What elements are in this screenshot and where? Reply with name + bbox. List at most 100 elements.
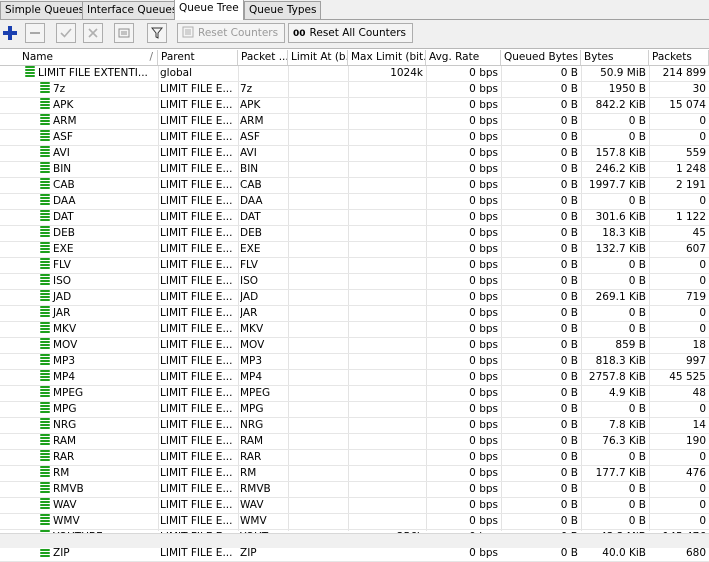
table-row[interactable]: DAA LIMIT FILE E... DAA 0 bps 0 B 0 B 0 (0, 194, 709, 210)
name-cell: CAB (40, 178, 158, 193)
packet-marks-cell: MPG (240, 403, 264, 415)
table-row[interactable]: MP4 LIMIT FILE E... MP4 0 bps 0 B 2757.8 KiB 4… (0, 370, 709, 386)
column-header-parent[interactable]: Parent (158, 50, 238, 65)
table-row[interactable]: LIMIT FILE EXTENTI... global 1024k 0 bps 0 B… (0, 66, 709, 82)
table-row[interactable]: MKV LIMIT FILE E... MKV 0 bps 0 B 0 B 0 (0, 322, 709, 338)
table-row[interactable]: JAD LIMIT FILE E... JAD 0 bps 0 B 269.1 KiB 71… (0, 290, 709, 306)
max-limit-cell (348, 482, 426, 497)
table-row[interactable]: WMV LIMIT FILE E... WMV 0 bps 0 B 0 B 0 (0, 514, 709, 530)
queued-bytes-cell: 0 B (560, 387, 578, 399)
avg-rate-cell: 0 bps (469, 403, 498, 415)
column-header-limit-at[interactable]: Limit At (b... (288, 50, 348, 65)
queued-bytes-cell: 0 B (560, 195, 578, 207)
table-row[interactable]: EXE LIMIT FILE E... EXE 0 bps 0 B 132.7 KiB 60… (0, 242, 709, 258)
add-button[interactable] (0, 23, 20, 43)
parent-cell: LIMIT FILE E... (160, 499, 233, 511)
limit-at-cell (288, 98, 348, 113)
packet-marks-cell: ZIP (240, 547, 257, 559)
column-header-queued-bytes[interactable]: Queued Bytes (501, 50, 581, 65)
parent-cell: LIMIT FILE E... (160, 515, 233, 527)
table-row[interactable]: AVI LIMIT FILE E... AVI 0 bps 0 B 157.8 KiB 55… (0, 146, 709, 162)
limit-at-cell (288, 258, 348, 273)
queued-bytes-cell: 0 B (560, 275, 578, 287)
packet-marks-cell: ISO (240, 275, 259, 287)
name-cell: WAV (40, 498, 158, 513)
column-header-max-limit[interactable]: Max Limit (bit... (348, 50, 426, 65)
column-header-name[interactable]: Name / (0, 50, 158, 65)
table-row[interactable]: 7z LIMIT FILE E... 7z 0 bps 0 B 1950 B 30 (0, 82, 709, 98)
max-limit-cell (348, 146, 426, 161)
tab-interface-queues[interactable]: Interface Queues (82, 1, 183, 19)
packet-marks-cell: RMVB (240, 483, 271, 495)
max-limit-cell (348, 546, 426, 561)
queue-icon (40, 130, 50, 141)
tab-simple-queues[interactable]: Simple Queues (0, 1, 90, 19)
limit-at-cell (288, 402, 348, 417)
packet-marks-cell: MP3 (240, 355, 263, 367)
queue-name: EXE (53, 243, 74, 255)
tab-bar: Simple Queues Interface Queues Queue Tre… (0, 0, 709, 20)
column-header-packet-marks[interactable]: Packet ... (238, 50, 288, 65)
name-cell: WMV (40, 514, 158, 529)
table-row[interactable]: ASF LIMIT FILE E... ASF 0 bps 0 B 0 B 0 (0, 130, 709, 146)
parent-cell: LIMIT FILE E... (160, 291, 233, 303)
table-row[interactable]: RAM LIMIT FILE E... RAM 0 bps 0 B 76.3 KiB 190 (0, 434, 709, 450)
table-row[interactable]: RM LIMIT FILE E... RM 0 bps 0 B 177.7 KiB 476 (0, 466, 709, 482)
table-row[interactable]: ISO LIMIT FILE E... ISO 0 bps 0 B 0 B 0 (0, 274, 709, 290)
max-limit-cell (348, 98, 426, 113)
max-limit-cell (348, 402, 426, 417)
table-row[interactable]: RMVB LIMIT FILE E... RMVB 0 bps 0 B 0 B 0 (0, 482, 709, 498)
table-row[interactable]: BIN LIMIT FILE E... BIN 0 bps 0 B 246.2 KiB 1 … (0, 162, 709, 178)
avg-rate-cell: 0 bps (469, 371, 498, 383)
packet-marks-cell: RAR (240, 451, 262, 463)
packets-cell: 1 248 (675, 163, 706, 175)
queue-icon (40, 194, 50, 205)
toolbar: Reset Counters 00 Reset All Counters (0, 20, 709, 49)
table-row[interactable]: WAV LIMIT FILE E... WAV 0 bps 0 B 0 B 0 (0, 498, 709, 514)
comment-button[interactable] (114, 23, 134, 43)
column-header-packets[interactable]: Packets (649, 50, 709, 65)
name-cell: ZIP (40, 546, 158, 561)
column-header-avg-rate[interactable]: Avg. Rate (426, 50, 501, 65)
reset-all-counters-button[interactable]: 00 Reset All Counters (288, 23, 413, 43)
tab-queue-types[interactable]: Queue Types (244, 1, 322, 19)
bytes-cell: 1950 B (608, 83, 646, 95)
avg-rate-cell: 0 bps (469, 259, 498, 271)
table-row[interactable]: MOV LIMIT FILE E... MOV 0 bps 0 B 859 B 18 (0, 338, 709, 354)
table-row[interactable]: APK LIMIT FILE E... APK 0 bps 0 B 842.2 KiB 15… (0, 98, 709, 114)
packets-cell: 0 (699, 307, 706, 319)
table-row[interactable]: ZIP LIMIT FILE E... ZIP 0 bps 0 B 40.0 KiB 680 (0, 546, 709, 562)
reset-counters-button[interactable]: Reset Counters (177, 23, 286, 43)
parent-cell: global (160, 67, 193, 79)
avg-rate-cell: 0 bps (469, 435, 498, 447)
table-row[interactable]: JAR LIMIT FILE E... JAR 0 bps 0 B 0 B 0 (0, 306, 709, 322)
filter-button[interactable] (147, 23, 167, 43)
table-row[interactable]: NRG LIMIT FILE E... NRG 0 bps 0 B 7.8 KiB 14 (0, 418, 709, 434)
queue-name: RAR (53, 451, 75, 463)
table-row[interactable]: MPG LIMIT FILE E... MPG 0 bps 0 B 0 B 0 (0, 402, 709, 418)
enable-button[interactable] (56, 23, 76, 43)
table-row[interactable]: CAB LIMIT FILE E... CAB 0 bps 0 B 1997.7 KiB 2… (0, 178, 709, 194)
packets-cell: 30 (692, 83, 706, 95)
queue-icon (40, 306, 50, 317)
limit-at-cell (288, 130, 348, 145)
table-row[interactable]: DEB LIMIT FILE E... DEB 0 bps 0 B 18.3 KiB 45 (0, 226, 709, 242)
packet-marks-cell: MOV (240, 339, 265, 351)
tab-queue-tree[interactable]: Queue Tree (174, 0, 244, 20)
table-row[interactable]: ARM LIMIT FILE E... ARM 0 bps 0 B 0 B 0 (0, 114, 709, 130)
bytes-cell: 50.9 MiB (600, 67, 646, 79)
remove-button[interactable] (25, 23, 45, 43)
max-limit-cell (348, 322, 426, 337)
horizontal-scrollbar[interactable] (0, 533, 709, 548)
table-row[interactable]: RAR LIMIT FILE E... RAR 0 bps 0 B 0 B 0 (0, 450, 709, 466)
disable-button[interactable] (83, 23, 103, 43)
column-header-bytes[interactable]: Bytes (581, 50, 649, 65)
table-row[interactable]: FLV LIMIT FILE E... FLV 0 bps 0 B 0 B 0 (0, 258, 709, 274)
queue-name: WAV (53, 499, 77, 511)
table-row[interactable]: MP3 LIMIT FILE E... MP3 0 bps 0 B 818.3 KiB 99… (0, 354, 709, 370)
packets-cell: 997 (685, 355, 706, 367)
limit-at-cell (288, 354, 348, 369)
table-row[interactable]: MPEG LIMIT FILE E... MPEG 0 bps 0 B 4.9 KiB 48 (0, 386, 709, 402)
packets-cell: 0 (699, 275, 706, 287)
table-row[interactable]: DAT LIMIT FILE E... DAT 0 bps 0 B 301.6 KiB 1 … (0, 210, 709, 226)
